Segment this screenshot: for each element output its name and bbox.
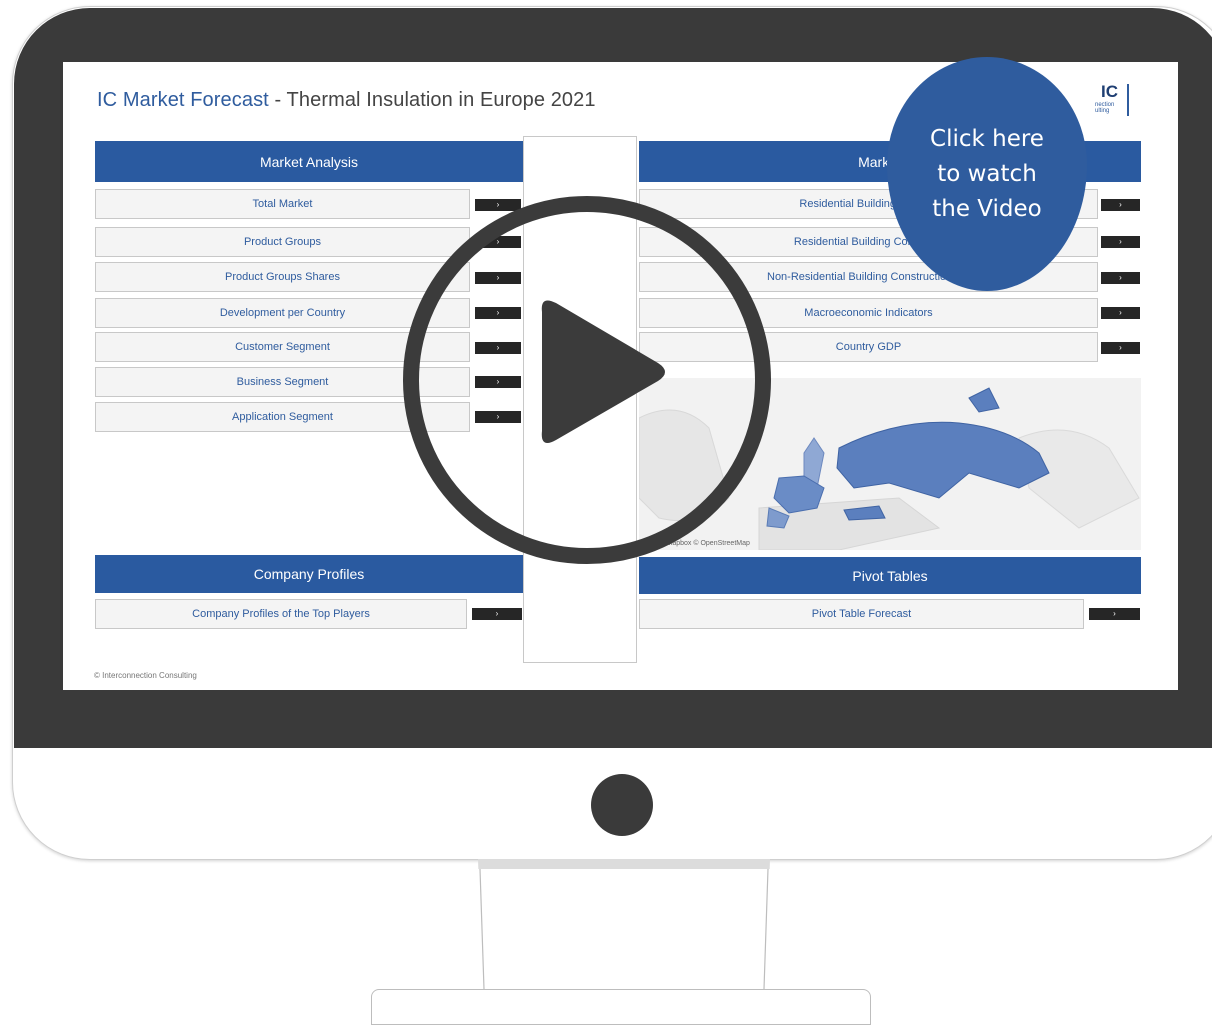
copyright-text: © Interconnection Consulting bbox=[94, 671, 197, 680]
russia-region bbox=[836, 421, 1050, 499]
video-play-icon[interactable] bbox=[402, 195, 772, 565]
company-logo: IC nection ulting bbox=[1095, 82, 1133, 118]
residential-building-construction-2-arrow-button[interactable]: › bbox=[1101, 236, 1140, 248]
pivot-table-forecast-arrow-button[interactable]: › bbox=[1089, 608, 1140, 620]
company-profiles-top-players-button[interactable]: Company Profiles of the Top Players bbox=[95, 599, 467, 629]
monitor-stand-base bbox=[371, 989, 871, 1025]
page-title: IC Market Forecast - Thermal Insulation … bbox=[97, 89, 596, 111]
pivot-table-forecast-button[interactable]: Pivot Table Forecast bbox=[639, 599, 1084, 629]
callout-line-2: to watch bbox=[937, 160, 1037, 187]
monitor-camera-icon bbox=[591, 774, 653, 836]
macroeconomic-indicators-arrow-button[interactable]: › bbox=[1101, 307, 1140, 319]
callout-line-3: the Video bbox=[932, 195, 1042, 222]
monitor-stand-outline bbox=[479, 868, 769, 990]
country-gdp-arrow-button[interactable]: › bbox=[1101, 342, 1140, 354]
market-analysis-header: Market Analysis bbox=[95, 141, 523, 182]
callout-line-1: Click here bbox=[930, 125, 1044, 152]
residential-building-construction-arrow-button[interactable]: › bbox=[1101, 199, 1140, 211]
company-profiles-arrow-button[interactable]: › bbox=[472, 608, 522, 620]
non-residential-building-construction-arrow-button[interactable]: › bbox=[1101, 272, 1140, 284]
